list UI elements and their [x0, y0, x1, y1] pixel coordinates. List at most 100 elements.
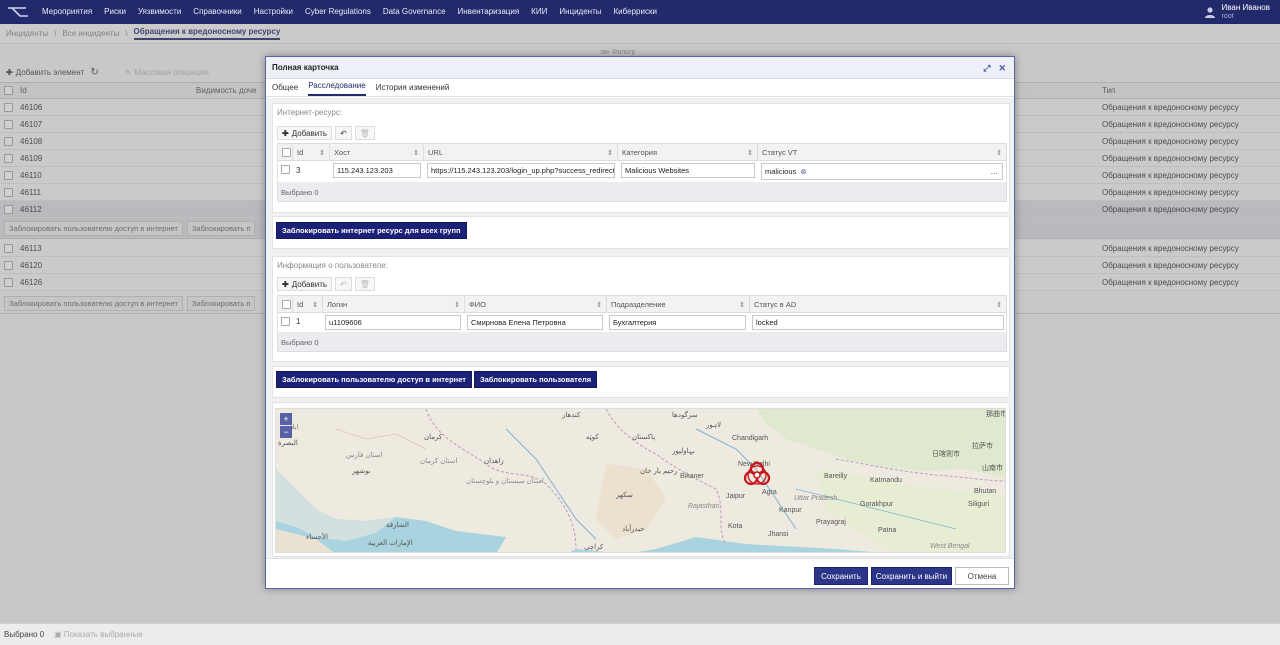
fio-field[interactable]: Смирнова Елена Петровна [467, 315, 603, 330]
nav-item-kii[interactable]: КИИ [525, 0, 553, 24]
remove-tag-icon[interactable]: ⊗ [800, 167, 806, 176]
selected-count: Выбрано 0 [4, 630, 45, 639]
sort-icon: ⇕ [319, 149, 325, 157]
map-label: سرگودھا [672, 412, 698, 419]
show-selected-button[interactable]: ▣ Показать выбранные [54, 630, 143, 639]
map-label: استان سیستان و بلوچستان [466, 478, 544, 485]
tab-history[interactable]: История изменений [376, 83, 450, 96]
user-actions-panel: Заблокировать пользователю доступ в инте… [272, 366, 1010, 398]
logo-icon[interactable] [0, 0, 36, 24]
map-label: Bareilly [824, 473, 847, 480]
trash-icon[interactable]: 🗑 [354, 277, 375, 291]
nav-item-incidents[interactable]: Инциденты [553, 0, 607, 24]
status-footer: Выбрано 0 ▣ Показать выбранные [0, 623, 1280, 645]
user-role: root [1221, 13, 1234, 20]
map-label: الإمارات العربية [368, 540, 413, 547]
department-field[interactable]: Бухгалтерия [609, 315, 746, 330]
close-icon[interactable]: ✕ [998, 63, 1006, 74]
nav-item-inventory[interactable]: Инвентаризация [452, 0, 526, 24]
internet-resource-title: Интернет-ресурс: [277, 108, 343, 117]
status-ad-field[interactable]: locked [752, 315, 1004, 330]
column-id[interactable]: Id ⇕ [292, 144, 329, 161]
column-department[interactable]: Подразделение ⇕ [606, 296, 749, 313]
resource-add-label: Добавить [291, 128, 328, 138]
user-selected-count: Выбрано 0 [278, 333, 1006, 351]
column-status-ad[interactable]: Статус в AD ⇕ [749, 296, 1006, 313]
geo-map[interactable]: Chandigarh New Delhi Bikaner Jaipur Agra… [275, 408, 1006, 553]
map-label: Uttar Pradesh [794, 495, 838, 502]
block-user-button[interactable]: Заблокировать пользователя [473, 371, 598, 388]
more-icon[interactable]: … [991, 167, 999, 176]
block-resource-all-groups-button[interactable]: Заблокировать интернет ресурс для всех г… [276, 222, 467, 239]
nav-item-references[interactable]: Справочники [187, 0, 247, 24]
login-field[interactable]: u1109606 [325, 315, 461, 330]
resource-grid: Id ⇕ Хост ⇕ URL ⇕ Категория ⇕ Статус VT ⇕ 3 1… [277, 143, 1007, 202]
user-select-all-checkbox[interactable] [282, 300, 291, 309]
block-user-internet-button[interactable]: Заблокировать пользователю доступ в инте… [276, 371, 472, 388]
host-field[interactable]: 115.243.123.203 [333, 163, 421, 178]
status-vt-field[interactable]: malicious ⊗ … [761, 163, 1003, 180]
column-login[interactable]: Логин ⇕ [322, 296, 464, 313]
nav-item-cyber-risks[interactable]: Киберриски [608, 0, 663, 24]
row-checkbox[interactable] [281, 165, 290, 174]
column-status-vt[interactable]: Статус VT ⇕ [757, 144, 1006, 161]
internet-resource-panel: Интернет-ресурс: ✚ Добавить ↶ 🗑 Id ⇕ Хост… [272, 103, 1010, 213]
undo-icon[interactable]: ↶ [335, 277, 352, 291]
user-toolbar: ✚ Добавить ↶ 🗑 [277, 277, 375, 291]
trash-icon[interactable]: 🗑 [354, 126, 375, 140]
map-label: کرمان [424, 434, 443, 441]
sort-icon: ⇕ [996, 301, 1002, 309]
user-menu[interactable]: Иван Иванов root [1204, 3, 1270, 21]
column-category[interactable]: Категория ⇕ [617, 144, 757, 161]
save-button[interactable]: Сохранить [814, 567, 868, 585]
resource-row[interactable]: 3 115.243.123.203 https://115.243.123.20… [278, 161, 1006, 183]
biohazard-marker-icon[interactable] [742, 459, 772, 489]
map-label: Patna [878, 527, 897, 534]
resource-add-button[interactable]: ✚ Добавить [277, 126, 333, 140]
column-fio[interactable]: ФИО ⇕ [464, 296, 606, 313]
map-label: Rajasthan [688, 503, 720, 510]
map-label: Kota [728, 523, 743, 530]
undo-icon[interactable]: ↶ [335, 126, 352, 140]
map-label: Jaipur [726, 493, 746, 500]
sort-icon: ⇕ [596, 301, 602, 309]
zoom-out-button[interactable]: − [280, 426, 292, 438]
nav-item-events[interactable]: Мероприятия [36, 0, 98, 24]
dialog-tabs: Общее Расследование История изменений [266, 79, 1014, 97]
zoom-in-button[interactable]: + [280, 413, 292, 425]
map-label: Siliguri [968, 501, 990, 508]
nav-item-settings[interactable]: Настройки [248, 0, 299, 24]
nav-item-cyber-regulations[interactable]: Cyber Regulations [299, 0, 377, 24]
user-row-id: 1 [296, 317, 301, 326]
resource-actions-panel: Заблокировать интернет ресурс для всех г… [272, 216, 1010, 249]
tab-general[interactable]: Общее [272, 83, 298, 96]
map-label: 那曲市 [986, 411, 1006, 418]
dialog-header: Полная карточка ⤢ ✕ [266, 57, 1014, 79]
nav-item-vulnerabilities[interactable]: Уязвимости [132, 0, 187, 24]
column-url[interactable]: URL ⇕ [423, 144, 617, 161]
category-field[interactable]: Malicious Websites [621, 163, 755, 178]
map-label: حیدرآباد [622, 526, 645, 533]
user-add-button[interactable]: ✚ Добавить [277, 277, 333, 291]
resource-select-all-checkbox[interactable] [282, 148, 291, 157]
map-label: پاکستان [632, 434, 656, 441]
row-checkbox[interactable] [281, 317, 290, 326]
user-row[interactable]: 1 u1109606 Смирнова Елена Петровна Бухга… [278, 313, 1006, 333]
cancel-button[interactable]: Отмена [955, 567, 1009, 585]
expand-icon[interactable]: ⤢ [983, 63, 990, 74]
nav-item-data-governance[interactable]: Data Governance [377, 0, 452, 24]
url-field[interactable]: https://115.243.123.203/login_up.php?suc… [427, 163, 615, 178]
map-label: استان فارس [346, 452, 383, 459]
save-and-exit-button[interactable]: Сохранить и выйти [871, 567, 952, 585]
map-label: بوشهر [352, 468, 371, 475]
nav-item-risks[interactable]: Риски [98, 0, 132, 24]
user-add-label: Добавить [291, 279, 328, 289]
user-icon [1204, 7, 1215, 18]
column-host[interactable]: Хост ⇕ [329, 144, 423, 161]
map-label: Prayagraj [816, 519, 846, 526]
tab-investigation[interactable]: Расследование [308, 81, 366, 96]
show-selected-icon: ▣ [54, 630, 62, 639]
column-id[interactable]: Id ⇕ [292, 296, 322, 313]
user-name: Иван Иванов [1221, 3, 1270, 12]
sort-icon: ⇕ [454, 301, 460, 309]
